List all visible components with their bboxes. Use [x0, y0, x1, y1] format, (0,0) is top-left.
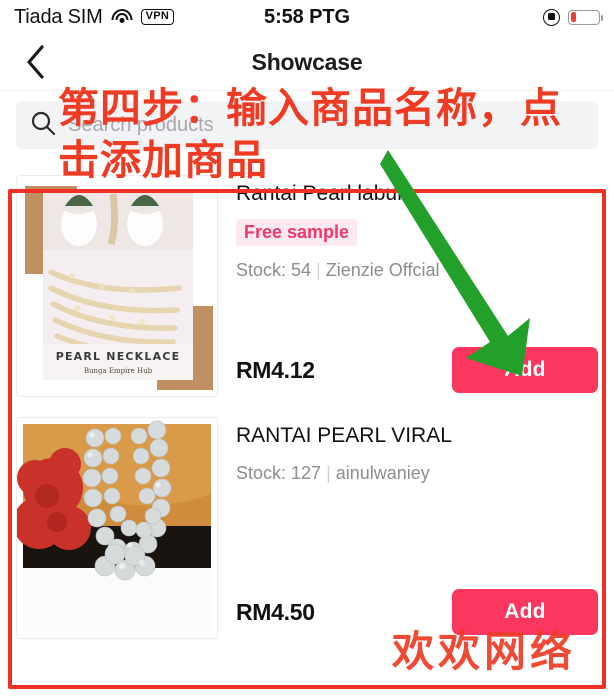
svg-text:PEARL NECKLACE: PEARL NECKLACE [56, 350, 181, 363]
meta-separator: | [316, 260, 321, 281]
search-icon [30, 110, 56, 141]
back-button[interactable] [18, 45, 52, 79]
status-bar-right [543, 8, 603, 26]
search-input[interactable] [68, 113, 584, 137]
pearl-necklace-product-image: PEARL NECKLACE Bunga Empire Hub [17, 176, 217, 396]
search-bar[interactable] [16, 101, 598, 149]
phone-screen: Tiada SIM VPN 5:58 PTG Showcase Search p… [0, 0, 614, 699]
status-bar-time: 5:58 PTG [264, 5, 350, 28]
add-button[interactable]: Add [452, 347, 598, 393]
product-name: Rantai Pearl labuh [236, 182, 409, 205]
product-thumbnail [16, 417, 218, 639]
product-stock: Stock: 127 [236, 463, 322, 484]
product-list-item[interactable]: RANTAI PEARL VIRAL Stock: 127 | ainulwanie… [10, 403, 604, 645]
product-thumbnail: PEARL NECKLACE Bunga Empire Hub [16, 175, 218, 397]
product-seller: ainulwaniey [335, 463, 430, 484]
rotation-lock-icon [543, 8, 560, 26]
search-section [0, 91, 614, 161]
grey-pearl-necklace-product-image [17, 418, 217, 638]
product-action-row: RM4.12 Add [236, 347, 598, 397]
product-seller: Zienzie Offcial [325, 260, 440, 281]
product-info: RANTAI PEARL VIRAL Stock: 127 | ainulwanie… [236, 417, 598, 639]
add-button[interactable]: Add [452, 589, 598, 635]
status-bar: Tiada SIM VPN 5:58 PTG [0, 0, 614, 34]
product-list: PEARL NECKLACE Bunga Empire Hub Rantai P… [0, 161, 614, 645]
nav-bar: Showcase [0, 34, 614, 90]
product-stock: Stock: 54 [236, 260, 312, 281]
free-sample-badge: Free sample [236, 219, 358, 247]
product-list-item[interactable]: PEARL NECKLACE Bunga Empire Hub Rantai P… [10, 161, 604, 403]
product-name: RANTAI PEARL VIRAL [236, 424, 452, 447]
product-price: RM4.12 [236, 356, 315, 383]
chevron-left-icon [27, 45, 44, 79]
product-price: RM4.50 [236, 598, 315, 625]
page-title: Showcase [251, 48, 363, 75]
product-meta: Stock: 54 | Zienzie Offcial [236, 260, 598, 281]
svg-text:Bunga Empire Hub: Bunga Empire Hub [84, 367, 153, 375]
meta-separator: | [326, 463, 331, 484]
battery-low-icon [568, 9, 603, 25]
product-action-row: RM4.50 Add [236, 589, 598, 639]
product-info: Rantai Pearl labuh Free sample Stock: 54… [236, 175, 598, 397]
product-meta: Stock: 127 | ainulwaniey [236, 463, 598, 484]
